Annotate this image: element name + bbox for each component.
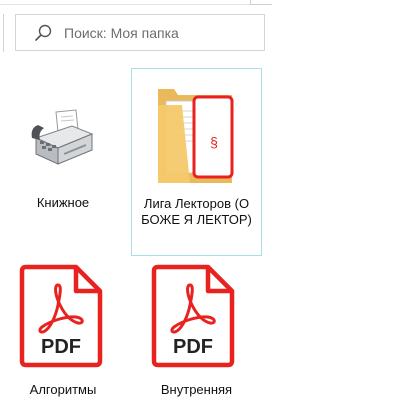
- search-input[interactable]: Поиск: Моя папка: [15, 14, 265, 51]
- address-bar-edge: [0, 14, 4, 52]
- file-name: Алгоритмы: [29, 382, 97, 397]
- file-item-liga-lektorov[interactable]: § Лига Лекторов (О БОЖЕ Я ЛЕКТОР): [131, 68, 262, 256]
- pdf-badge: PDF: [173, 336, 213, 358]
- file-name: Лига Лекторов (О БОЖЕ Я ЛЕКТОР): [141, 196, 252, 227]
- pdf-badge: PDF: [41, 336, 81, 358]
- pdf-file-icon: PDF: [151, 264, 235, 368]
- search-placeholder: Поиск: Моя папка: [64, 24, 179, 41]
- file-item-algoritmy[interactable]: PDF Алгоритмы: [3, 258, 123, 403]
- file-item-knizhnoe[interactable]: Книжное: [3, 68, 123, 256]
- file-explorer-window: Поиск: Моя папка Книжное § Лига Лекторов…: [0, 0, 273, 403]
- pdf-file-icon: PDF: [19, 264, 103, 368]
- window-control-button[interactable]: [250, 0, 272, 5]
- svg-text:§: §: [210, 134, 218, 150]
- title-bar-edge: [0, 0, 272, 5]
- file-name: Внутренняя: [160, 382, 233, 397]
- file-item-vnutrennyaya[interactable]: PDF Внутренняя: [131, 258, 262, 403]
- search-icon: [35, 24, 52, 41]
- desktop-background: [272, 0, 405, 403]
- printer-icon: [31, 109, 94, 165]
- folder-icon: §: [158, 89, 234, 183]
- file-name: Книжное: [36, 195, 90, 210]
